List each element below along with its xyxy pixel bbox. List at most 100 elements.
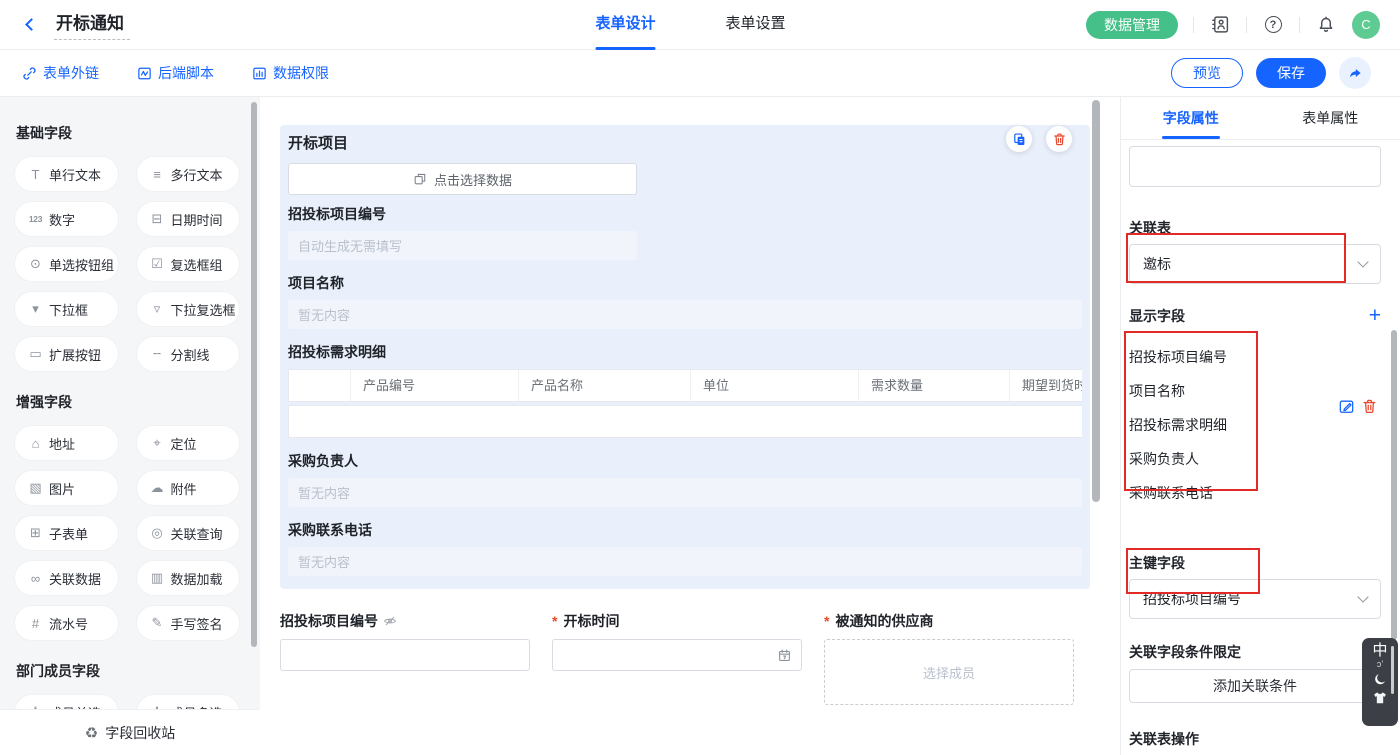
field-pill-signature[interactable]: ✎手写签名 bbox=[136, 605, 241, 641]
field-pill-linked-query[interactable]: ◎关联查询 bbox=[136, 515, 241, 551]
purchase-manager-input[interactable]: 暂无内容 bbox=[288, 478, 1082, 507]
required-mark: * bbox=[552, 613, 557, 629]
signature-icon: ✎ bbox=[150, 615, 165, 631]
multi-select-icon: ▿ bbox=[150, 301, 165, 317]
sub-toolbar: 表单外链 后端脚本 数据权限 预览 保存 bbox=[0, 50, 1400, 97]
field-pill-extend-button[interactable]: ▭扩展按钮 bbox=[14, 336, 119, 372]
primary-key-select[interactable]: 招投标项目编号 bbox=[1129, 579, 1381, 619]
linked-table-select[interactable]: 邀标 bbox=[1129, 244, 1381, 284]
form-external-link[interactable]: 表单外链 bbox=[22, 63, 99, 83]
user-avatar[interactable]: C bbox=[1352, 11, 1380, 39]
data-manage-button[interactable]: 数据管理 bbox=[1086, 11, 1178, 39]
serial-number-icon: # bbox=[28, 616, 43, 631]
field-palette-sidebar: 基础字段 T单行文本 ≡多行文本 123数字 ⊟日期时间 ⊙单选按钮组 ☑复选框… bbox=[0, 97, 260, 755]
divider-icon: ╌ bbox=[150, 346, 165, 362]
table-header-cell: 产品名称 bbox=[519, 370, 691, 401]
project-name-input[interactable]: 暂无内容 bbox=[288, 300, 1082, 329]
page-title[interactable]: 开标通知 bbox=[54, 9, 130, 40]
dark-mode-moon-icon[interactable] bbox=[1373, 672, 1388, 687]
purchase-phone-input[interactable]: 暂无内容 bbox=[288, 547, 1082, 576]
field-pill-attachment[interactable]: ☁附件 bbox=[136, 470, 241, 506]
detail-table-header: 产品编号 产品名称 单位 需求数量 期望到货时 bbox=[288, 369, 1082, 402]
preview-button[interactable]: 预览 bbox=[1171, 58, 1243, 88]
project-number-input[interactable]: 自动生成无需填写 bbox=[288, 231, 637, 260]
panel-scrollbar[interactable] bbox=[1391, 330, 1397, 640]
display-field-item[interactable]: 采购联系电话 bbox=[1129, 476, 1380, 510]
field-pill-linked-data[interactable]: ∞关联数据 bbox=[14, 560, 119, 596]
share-button[interactable] bbox=[1339, 57, 1371, 89]
field-pill-radio-group[interactable]: ⊙单选按钮组 bbox=[14, 246, 119, 282]
sidebar-scrollbar[interactable] bbox=[251, 102, 257, 647]
select-member-box[interactable]: 选择成员 bbox=[824, 639, 1074, 705]
display-fields-header: 显示字段 + bbox=[1129, 306, 1381, 326]
active-tab-underline bbox=[595, 47, 655, 50]
panel-body: 关联表 邀标 显示字段 + 招投标项目编号 项目名称 招投标需求明细 采购负责人… bbox=[1121, 140, 1400, 755]
field-pill-single-line-text[interactable]: T单行文本 bbox=[14, 156, 119, 192]
field-pill-checkbox-group[interactable]: ☑复选框组 bbox=[136, 246, 241, 282]
field-pill-data-load[interactable]: ▥数据加载 bbox=[136, 560, 241, 596]
tab-field-properties[interactable]: 字段属性 bbox=[1121, 97, 1261, 139]
linked-block-title: 开标项目 bbox=[288, 132, 1082, 153]
open-time-date-field[interactable] bbox=[552, 639, 802, 671]
multi-line-text-icon: ≡ bbox=[150, 167, 165, 182]
recycle-icon: ♻ bbox=[85, 724, 98, 742]
field-pill-multi-select[interactable]: ▿下拉复选框 bbox=[136, 291, 241, 327]
backend-script-link[interactable]: 后端脚本 bbox=[137, 63, 214, 83]
link-icon bbox=[22, 66, 37, 81]
panel-tabs: 字段属性 表单属性 bbox=[1121, 97, 1400, 140]
notification-bell-icon[interactable] bbox=[1315, 14, 1337, 36]
back-button[interactable] bbox=[20, 14, 42, 36]
field-pill-divider[interactable]: ╌分割线 bbox=[136, 336, 241, 372]
basic-fields-grid: T单行文本 ≡多行文本 123数字 ⊟日期时间 ⊙单选按钮组 ☑复选框组 ▾下拉… bbox=[14, 156, 240, 372]
data-load-icon: ▥ bbox=[150, 570, 165, 586]
tab-form-design[interactable]: 表单设计 bbox=[595, 0, 655, 50]
add-condition-button[interactable]: 添加关联条件 bbox=[1129, 669, 1381, 703]
selected-linked-data-field[interactable]: 开标项目 点击选择数据 招投标项目编号 自动生成无需填写 项目名称 暂无内容 招… bbox=[280, 125, 1090, 589]
ime-chinese-indicator: 中 bbox=[1372, 641, 1387, 660]
add-display-field-button[interactable]: + bbox=[1369, 307, 1381, 325]
select-data-button[interactable]: 点击选择数据 bbox=[288, 163, 637, 195]
ime-toolbar[interactable]: 中 ɔ’ bbox=[1362, 638, 1398, 726]
display-field-item[interactable]: 采购负责人 bbox=[1129, 442, 1380, 476]
select-data-icon bbox=[413, 172, 427, 186]
edit-display-fields-button[interactable] bbox=[1338, 398, 1355, 415]
address-icon: ⌂ bbox=[28, 436, 43, 451]
skin-shirt-icon[interactable] bbox=[1372, 691, 1388, 706]
field-pill-serial-number[interactable]: #流水号 bbox=[14, 605, 119, 641]
save-button[interactable]: 保存 bbox=[1256, 58, 1326, 88]
share-arrow-icon bbox=[1347, 65, 1363, 81]
canvas-scrollbar[interactable] bbox=[1092, 100, 1100, 502]
table-header-cell: 期望到货时 bbox=[1010, 370, 1082, 401]
project-number-field[interactable] bbox=[280, 639, 530, 671]
field-pill-image[interactable]: ▧图片 bbox=[14, 470, 119, 506]
field-pill-subform[interactable]: ⊞子表单 bbox=[14, 515, 119, 551]
section-enhanced-fields: 增强字段 bbox=[16, 392, 240, 412]
field-label: 项目名称 bbox=[288, 273, 1082, 293]
form-canvas: 开标项目 点击选择数据 招投标项目编号 自动生成无需填写 项目名称 暂无内容 招… bbox=[260, 97, 1120, 755]
field-pill-location[interactable]: ⌖定位 bbox=[136, 425, 241, 461]
field-pill-select[interactable]: ▾下拉框 bbox=[14, 291, 119, 327]
eye-off-icon bbox=[383, 614, 397, 628]
permission-icon bbox=[252, 66, 267, 81]
delete-field-button[interactable] bbox=[1046, 126, 1072, 152]
contacts-icon[interactable] bbox=[1209, 14, 1231, 36]
display-fields-actions bbox=[1338, 398, 1378, 415]
display-field-item[interactable]: 招投标项目编号 bbox=[1129, 340, 1380, 374]
data-permission-link[interactable]: 数据权限 bbox=[252, 63, 329, 83]
help-icon[interactable]: ? bbox=[1262, 14, 1284, 36]
tab-form-properties[interactable]: 表单属性 bbox=[1261, 97, 1400, 139]
field-pill-number[interactable]: 123数字 bbox=[14, 201, 119, 237]
select-icon: ▾ bbox=[28, 301, 43, 317]
field-pill-datetime[interactable]: ⊟日期时间 bbox=[136, 201, 241, 237]
tab-form-settings[interactable]: 表单设置 bbox=[725, 0, 785, 50]
field-title-input[interactable] bbox=[1129, 146, 1381, 187]
app-window: 开标通知 表单设计 表单设置 数据管理 ? bbox=[0, 0, 1400, 755]
field-pill-address[interactable]: ⌂地址 bbox=[14, 425, 119, 461]
field-pill-multi-line-text[interactable]: ≡多行文本 bbox=[136, 156, 241, 192]
copy-field-button[interactable] bbox=[1006, 126, 1032, 152]
field-recycle-bin[interactable]: ♻字段回收站 bbox=[0, 709, 260, 755]
required-mark: * bbox=[824, 613, 829, 629]
delete-display-fields-button[interactable] bbox=[1361, 398, 1378, 415]
edit-icon bbox=[1338, 398, 1355, 415]
top-right-actions: 数据管理 ? C bbox=[1086, 11, 1380, 39]
